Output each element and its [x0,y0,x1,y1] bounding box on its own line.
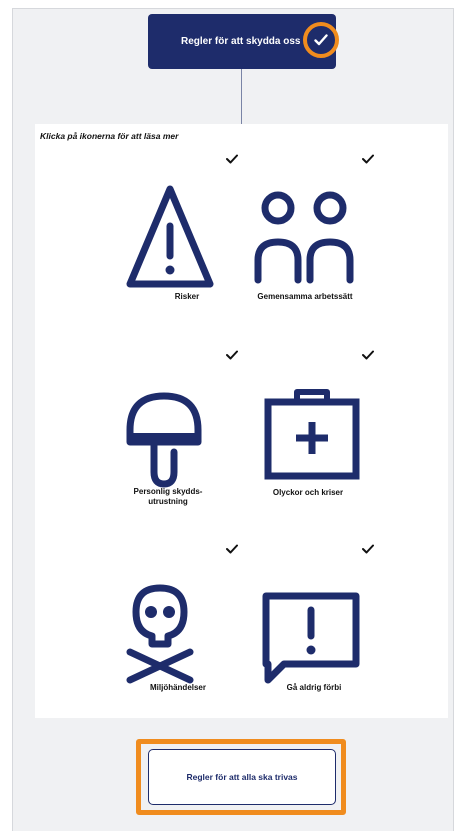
card-gemensamma-arbetssatt[interactable]: Gemensamma arbetssätt [206,154,374,314]
card-olyckor-label: Olyckor och kriser [272,488,344,497]
exclamation-speech-bubble-icon [262,592,360,684]
checkmark-icon [362,350,374,360]
rules-everyone-thrive-label: Regler för att alla ska trivas [186,772,298,782]
card-gemensamma-label: Gemensamma arbetssätt [257,292,353,301]
instruction-text: Klicka på ikonerna för att läsa mer [40,131,179,141]
completed-highlight-circle [303,22,339,58]
people-icon [254,191,354,284]
card-ga-aldrig-forbi[interactable]: Gå aldrig förbi [206,544,374,704]
checkmark-icon [362,544,374,554]
first-aid-kit-icon [264,389,360,480]
icon-panel: Klicka på ikonerna för att läsa mer Risk… [35,124,448,718]
checkmark-icon [362,154,374,164]
rules-protect-us-label: Regler för att skydda oss [181,36,301,47]
card-ga-aldrig-label: Gå aldrig förbi [286,683,342,692]
card-olyckor-och-kriser[interactable]: Olyckor och kriser [206,350,374,510]
rules-everyone-thrive-button[interactable]: Regler för att alla ska trivas [148,749,336,805]
connector-line [241,69,242,125]
checkmark-icon [314,34,328,46]
